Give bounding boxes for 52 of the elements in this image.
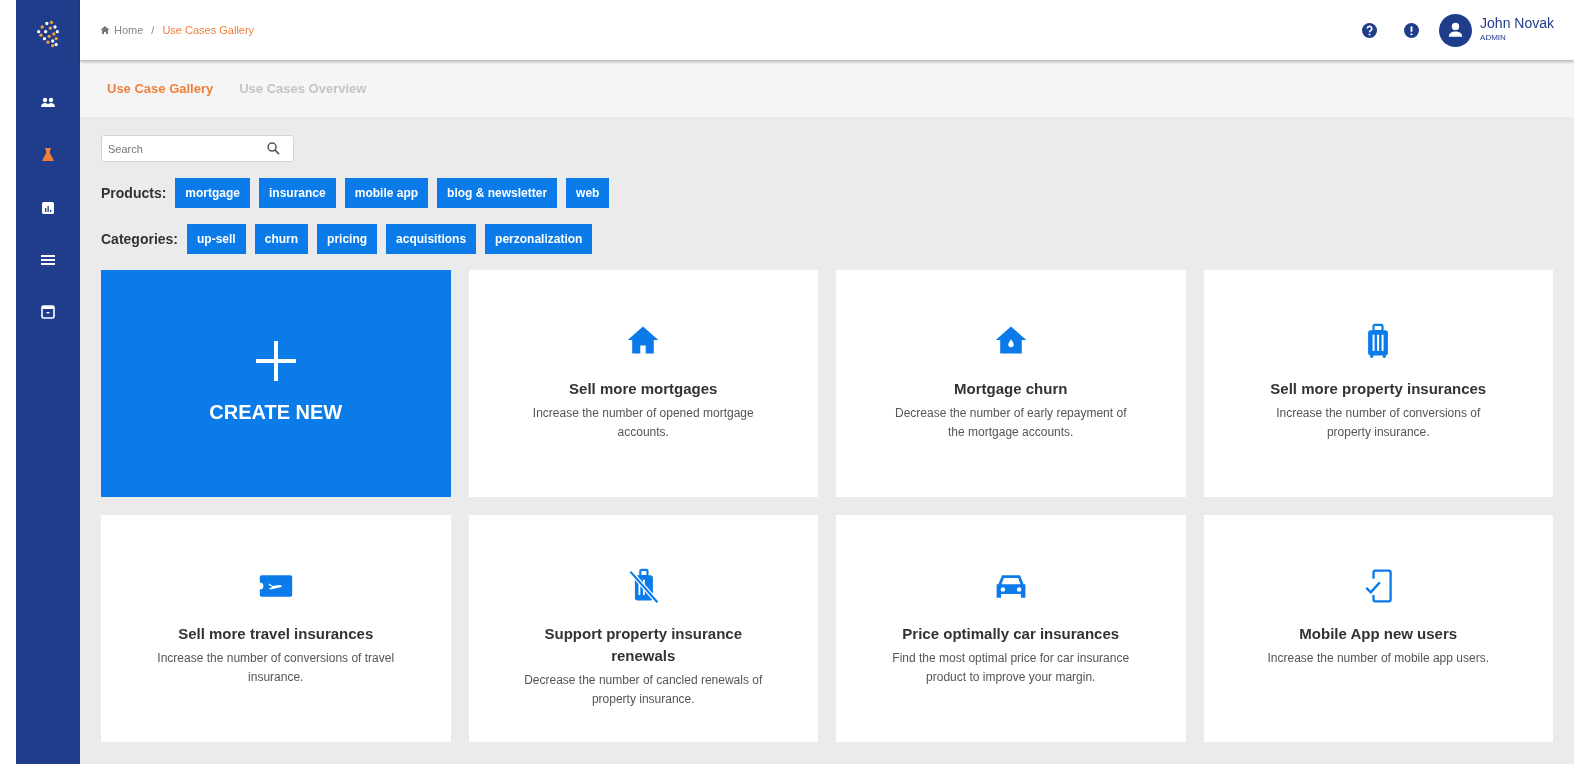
card-title: Mobile App new users: [1299, 624, 1458, 644]
card-description: Increase the number of conversions of property insurance.: [1275, 404, 1482, 441]
filter-tag[interactable]: perzonalization: [485, 224, 593, 254]
filter-label: Categories:: [101, 229, 179, 249]
use-case-card[interactable]: Sell more mortgages Increase the number of opened mortgage accounts.: [468, 270, 818, 497]
bar-chart-icon[interactable]: [40, 200, 56, 216]
create-new-card[interactable]: CREATE NEW: [101, 270, 451, 497]
filter-tag[interactable]: mobile app: [344, 178, 429, 208]
filter-tag[interactable]: mortgage: [175, 178, 251, 208]
filter-tag[interactable]: web: [566, 178, 610, 208]
card-description: Increase the number of mobile app users.: [1267, 649, 1489, 667]
card-description: Decrease the number of cancled renewals of property insurance.: [523, 671, 764, 708]
use-case-card[interactable]: Sell more travel insurances Increase the number of conversions of travel insurance.: [101, 515, 451, 742]
card-title: Sell more mortgages: [569, 379, 718, 399]
plus-icon: [255, 340, 296, 381]
help-icon[interactable]: [1362, 22, 1378, 38]
card-description: Increase the number of conversions of travel insurance.: [156, 649, 396, 686]
use-case-card[interactable]: Sell more property insurances Increase the number of conversions of property insurance.: [1203, 270, 1553, 497]
filter-tag[interactable]: pricing: [317, 224, 378, 254]
card-title: Sell more property insurances: [1270, 379, 1487, 399]
card-description: Decrease the number of early repayment of the mortgage accounts.: [894, 404, 1128, 441]
user-name: John Novak: [1480, 16, 1554, 32]
filter-tag[interactable]: blog & newsletter: [437, 178, 558, 208]
filter-tag[interactable]: churn: [254, 224, 309, 254]
filter-tag[interactable]: acquisitions: [386, 224, 477, 254]
list-icon[interactable]: [40, 252, 56, 268]
card-title: Mortgage churn: [954, 379, 1068, 399]
use-case-card[interactable]: Mortgage churn Decrease the number of early repayment of the mortgage accounts.: [836, 270, 1186, 497]
flask-icon[interactable]: [40, 148, 56, 164]
alert-icon[interactable]: [1404, 22, 1420, 38]
filter-tag[interactable]: insurance: [259, 178, 336, 208]
search-field[interactable]: Search: [101, 135, 294, 162]
search-icon[interactable]: [267, 142, 280, 155]
use-case-card[interactable]: Price optimally car insurances Find the most optimal price for car insurance product to improve your margin.: [836, 515, 1186, 742]
breadcrumb-current: Use Cases Gallery: [162, 22, 255, 38]
use-case-card[interactable]: Support property insurance renewals Decrease the number of cancled renewals of property insurance.: [468, 515, 818, 742]
use-case-card[interactable]: Mobile App new users Increase the number of mobile app users.: [1203, 515, 1553, 742]
user-role: ADMIN: [1480, 31, 1507, 44]
avatar-icon[interactable]: [1439, 13, 1473, 47]
filter-label: Products:: [101, 183, 167, 203]
card-title: Price optimally car insurances: [902, 624, 1120, 644]
home-icon: [100, 25, 110, 35]
breadcrumb-link[interactable]: Home: [114, 21, 144, 39]
card-title: Sell more travel insurances: [178, 624, 374, 644]
filter-tag[interactable]: up-sell: [187, 224, 246, 254]
card-description: Find the most optimal price for car insurance product to improve your margin.: [891, 649, 1131, 686]
card-title: Support property insurance renewals: [543, 624, 743, 666]
tab[interactable]: Use Case Gallery: [107, 78, 214, 99]
card-description: Increase the number of opened mortgage accounts.: [531, 404, 755, 441]
breadcrumb-separator: /: [151, 22, 155, 38]
logo-icon: [35, 20, 61, 48]
archive-icon[interactable]: [40, 304, 56, 320]
